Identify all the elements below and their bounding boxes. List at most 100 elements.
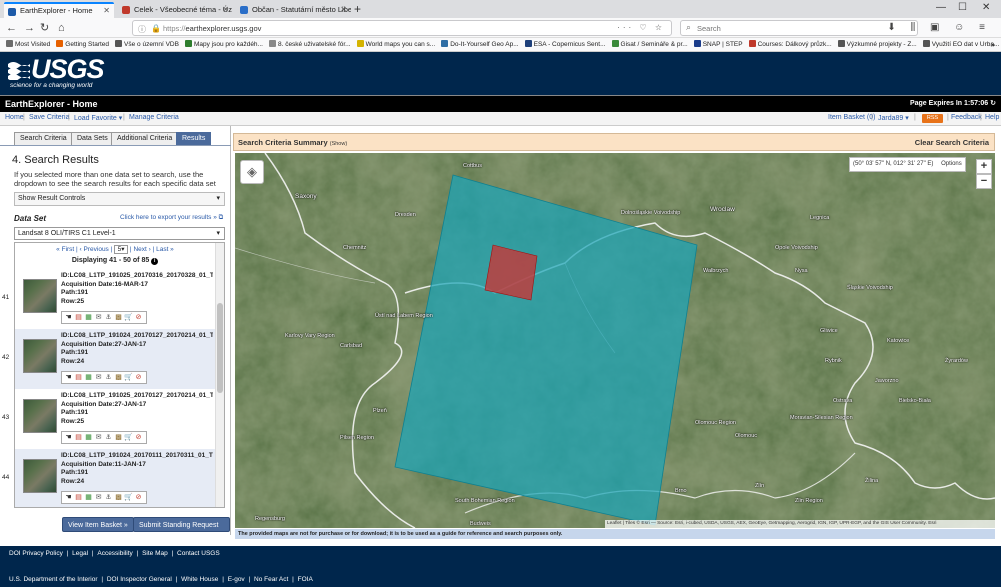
menu-user[interactable]: Jarda89 ▾ — [878, 114, 909, 122]
bookmark-item[interactable]: Výzkumné projekty - Z... — [837, 38, 917, 51]
first-page-link[interactable]: « First — [56, 246, 74, 253]
menu-load-favorite[interactable]: Load Favorite ▾ — [74, 114, 122, 122]
info-icon[interactable]: ⓘ — [138, 24, 146, 35]
footer-link[interactable]: No Fear Act — [254, 576, 288, 583]
window-close-icon[interactable]: ✕ — [982, 1, 990, 15]
show-footprint-icon[interactable]: ☚ — [64, 313, 73, 323]
compare-icon[interactable]: ▦ — [84, 373, 93, 383]
show-result-controls-toggle[interactable]: Show Result Controls ▾ — [14, 192, 225, 206]
exclude-scene-icon[interactable]: ⊘ — [134, 373, 143, 383]
metadata-icon[interactable]: ✉ — [94, 373, 103, 383]
add-to-basket-icon[interactable]: 🛒 — [124, 313, 133, 323]
last-page-link[interactable]: Last » — [156, 246, 174, 253]
tab-additional-criteria[interactable]: Additional Criteria — [111, 132, 179, 145]
export-results-link[interactable]: Click here to export your results » ⧉ — [120, 214, 223, 222]
dataset-select[interactable]: Landsat 8 OLI/TIRS C1 Level-1 ▾ — [14, 227, 225, 240]
tab-results[interactable]: Results — [176, 132, 212, 145]
footer-link[interactable]: DOI Privacy Policy — [9, 550, 63, 557]
bookmark-item[interactable]: Gisat / Semináře & pr... — [611, 38, 688, 51]
footer-link[interactable]: Accessibility — [97, 550, 132, 557]
add-to-basket-icon[interactable]: 🛒 — [124, 433, 133, 443]
footer-link[interactable]: Site Map — [142, 550, 168, 557]
add-to-basket-icon[interactable]: 🛒 — [124, 493, 133, 503]
previous-page-link[interactable]: ‹ Previous — [80, 246, 109, 253]
results-scrollbar[interactable] — [215, 243, 224, 507]
footer-link[interactable]: Contact USGS — [177, 550, 220, 557]
close-icon[interactable]: ✕ — [340, 2, 347, 18]
bookmark-item[interactable]: ESA - Copernicus Sent... — [524, 38, 606, 51]
show-footprint-icon[interactable]: ☚ — [64, 373, 73, 383]
bookmark-item[interactable]: World maps you can s... — [356, 38, 435, 51]
bookmark-item[interactable]: Most Visited — [6, 38, 50, 51]
bookmark-item[interactable]: Do-It-Yourself Geo Ap... — [441, 38, 519, 51]
footer-link[interactable]: DOI Inspector General — [107, 576, 172, 583]
footer-link[interactable]: White House — [181, 576, 218, 583]
map-canvas[interactable]: BerlinSaxonyDresdenWroclawDolnośląskie V… — [235, 153, 995, 528]
zoom-in-button[interactable]: + — [976, 159, 992, 174]
home-icon[interactable]: ⌂ — [58, 21, 65, 35]
show-footprint-icon[interactable]: ☚ — [64, 433, 73, 443]
refresh-icon[interactable]: ↻ — [990, 100, 996, 107]
close-icon[interactable]: ✕ — [222, 2, 229, 18]
page-actions-icon[interactable]: ··· ♡ ☆ — [617, 23, 665, 32]
browser-tab-celek[interactable]: Celek - Všeobecné téma - Úz ✕ — [118, 2, 233, 18]
maximize-icon[interactable]: ☐ — [958, 1, 967, 15]
show-footprint-icon[interactable]: ☚ — [64, 493, 73, 503]
show-browse-icon[interactable]: ▤ — [74, 373, 83, 383]
tab-data-sets[interactable]: Data Sets — [71, 132, 114, 145]
browser-tab-obcan[interactable]: Občan - Statutární město Libe ✕ — [236, 2, 351, 18]
bookmark-item[interactable]: Vše o územní VDB — [115, 38, 179, 51]
summary-show-link[interactable]: (Show) — [330, 141, 347, 147]
menu-feedback[interactable]: Feedback — [951, 114, 982, 121]
back-icon[interactable]: ← — [6, 21, 17, 35]
footer-link[interactable]: FOIA — [298, 576, 313, 583]
scene-thumbnail[interactable] — [23, 339, 57, 373]
show-browse-icon[interactable]: ▤ — [74, 313, 83, 323]
reload-icon[interactable]: ↻ — [40, 21, 49, 35]
order-scene-icon[interactable]: ▩ — [114, 493, 123, 503]
toolbar-icons[interactable]: ⬇ ⫼ ▣ ☺ ≡ — [887, 21, 991, 35]
search-box[interactable]: ⌕ — [680, 20, 918, 36]
tab-search-criteria[interactable]: Search Criteria — [14, 132, 73, 145]
metadata-icon[interactable]: ✉ — [94, 313, 103, 323]
bookmark-item[interactable]: Getting Started — [56, 38, 109, 51]
bookmark-item[interactable]: Využití EO dat v Urba... — [922, 38, 999, 51]
scene-thumbnail[interactable] — [23, 399, 57, 433]
compare-icon[interactable]: ▦ — [84, 433, 93, 443]
compare-icon[interactable]: ▦ — [84, 493, 93, 503]
order-scene-icon[interactable]: ▩ — [114, 433, 123, 443]
next-page-link[interactable]: Next › — [133, 246, 150, 253]
menu-help[interactable]: Help — [985, 114, 999, 121]
menu-item-basket[interactable]: Item Basket (0) — [828, 114, 875, 121]
metadata-icon[interactable]: ✉ — [94, 433, 103, 443]
show-browse-icon[interactable]: ▤ — [74, 493, 83, 503]
new-tab-button[interactable]: + — [354, 2, 361, 16]
scene-thumbnail[interactable] — [23, 459, 57, 493]
bookmark-item[interactable]: Mapy jsou pro každéh... — [184, 38, 263, 51]
exclude-scene-icon[interactable]: ⊘ — [134, 493, 143, 503]
scroll-thumb[interactable] — [217, 303, 223, 393]
rss-icon[interactable]: RSS — [922, 114, 943, 123]
layers-icon[interactable]: ◈ — [240, 160, 264, 184]
browser-tab-earthexplorer[interactable]: EarthExplorer - Home ✕ — [4, 2, 114, 18]
submit-standing-request-button[interactable]: Submit Standing Request » — [133, 517, 230, 544]
download-icon[interactable]: ⚓ — [104, 313, 113, 323]
menu-save-criteria[interactable]: Save Criteria — [29, 114, 69, 121]
scene-thumbnail[interactable] — [23, 279, 57, 313]
minimize-icon[interactable]: — — [936, 1, 946, 15]
view-item-basket-button[interactable]: View Item Basket » — [62, 517, 134, 532]
address-bar[interactable]: ⓘ 🔒 https://earthexplorer.usgs.gov ··· ♡… — [132, 20, 672, 36]
page-number-select[interactable]: 5▾ — [114, 245, 129, 254]
menu-manage-criteria[interactable]: Manage Criteria — [129, 114, 179, 121]
forward-icon[interactable]: → — [24, 21, 35, 35]
exclude-scene-icon[interactable]: ⊘ — [134, 433, 143, 443]
download-icon[interactable]: ⚓ — [104, 373, 113, 383]
search-input[interactable] — [697, 23, 907, 34]
exclude-scene-icon[interactable]: ⊘ — [134, 313, 143, 323]
download-icon[interactable]: ⚓ — [104, 433, 113, 443]
menu-home[interactable]: Home — [5, 114, 24, 121]
footer-link[interactable]: E-gov — [228, 576, 245, 583]
metadata-icon[interactable]: ✉ — [94, 493, 103, 503]
show-browse-icon[interactable]: ▤ — [74, 433, 83, 443]
add-to-basket-icon[interactable]: 🛒 — [124, 373, 133, 383]
